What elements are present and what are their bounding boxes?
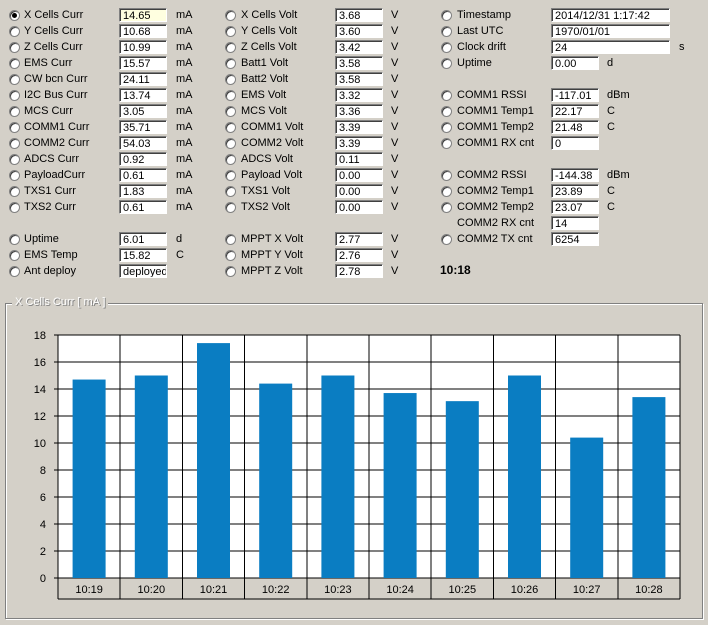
bar-10-27[interactable] xyxy=(570,437,604,578)
x-tick-label: 10:23 xyxy=(324,584,352,596)
x-tick-label: 10:21 xyxy=(200,584,228,596)
x-tick-label: 10:24 xyxy=(386,584,414,596)
y-tick-label: 0 xyxy=(40,573,46,585)
x-tick-label: 10:26 xyxy=(511,584,539,596)
y-tick-label: 16 xyxy=(34,357,46,369)
y-tick-label: 2 xyxy=(40,546,46,558)
y-tick-label: 18 xyxy=(34,330,46,342)
x-tick-label: 10:22 xyxy=(262,584,290,596)
bar-10-28[interactable] xyxy=(632,397,666,578)
bar-10-21[interactable] xyxy=(197,343,230,578)
bar-10-23[interactable] xyxy=(321,375,355,579)
x-tick-label: 10:27 xyxy=(573,584,601,596)
bar-10-22[interactable] xyxy=(259,383,293,578)
bar-10-20[interactable] xyxy=(134,375,168,579)
y-tick-label: 14 xyxy=(34,384,46,396)
y-tick-label: 10 xyxy=(34,438,46,450)
x-tick-label: 10:28 xyxy=(635,584,663,596)
bar-10-19[interactable] xyxy=(72,379,106,578)
y-tick-label: 12 xyxy=(34,411,46,423)
x-tick-label: 10:20 xyxy=(138,584,166,596)
y-tick-label: 6 xyxy=(40,492,46,504)
y-tick-label: 8 xyxy=(40,465,46,477)
x-tick-label: 10:25 xyxy=(449,584,477,596)
bar-10-26[interactable] xyxy=(508,375,541,579)
x-tick-label: 10:19 xyxy=(75,584,103,596)
bar-chart: 0 2 4 6 8 10 12 14 16 18 10:19 10:20 10:21 10:22 10:23… xyxy=(34,330,681,600)
bar-10-25[interactable] xyxy=(445,401,479,578)
y-tick-label: 4 xyxy=(40,519,46,531)
bar-10-24[interactable] xyxy=(383,393,417,578)
